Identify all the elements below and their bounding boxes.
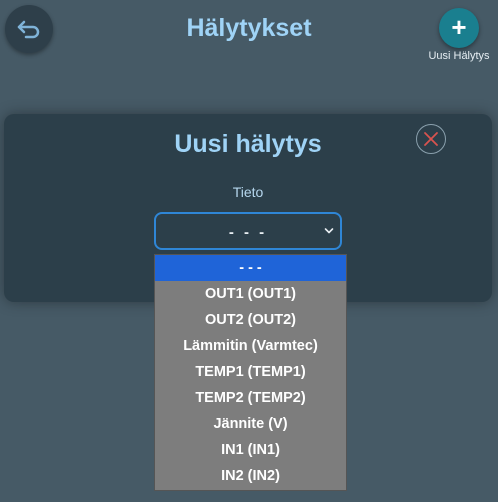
dropdown-option[interactable]: IN1 (IN1) (155, 437, 346, 463)
dropdown-option[interactable]: Lämmitin (Varmtec) (155, 333, 346, 359)
data-select[interactable]: - - - (154, 212, 342, 250)
dropdown-list: - - - OUT1 (OUT1) OUT2 (OUT2) Lämmitin (… (154, 254, 347, 491)
dropdown-option[interactable]: OUT1 (OUT1) (155, 281, 346, 307)
dropdown-option[interactable]: IN2 (IN2) (155, 463, 346, 489)
dropdown-option[interactable]: TEMP1 (TEMP1) (155, 359, 346, 385)
dropdown-option[interactable]: Jännite (V) (155, 411, 346, 437)
close-icon (424, 132, 438, 146)
dropdown-option[interactable]: TEMP2 (TEMP2) (155, 385, 346, 411)
new-alarm-label: Uusi Hälytys (428, 50, 490, 62)
field-label: Tieto (232, 184, 264, 200)
new-alarm-button[interactable]: + (439, 8, 479, 48)
dropdown-option[interactable]: - - - (155, 255, 346, 281)
page-title: Hälytykset (186, 14, 312, 42)
select-value: - - - (228, 224, 268, 241)
dropdown-option[interactable]: OUT2 (OUT2) (155, 307, 346, 333)
chevron-down-icon (324, 228, 334, 234)
plus-icon: + (451, 12, 467, 42)
close-button[interactable] (416, 124, 446, 154)
